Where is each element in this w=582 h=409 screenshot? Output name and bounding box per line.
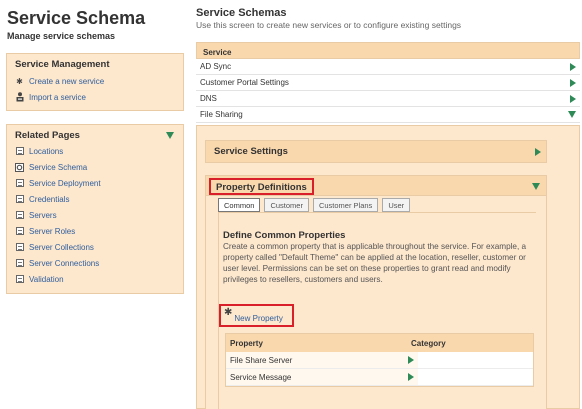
related-page-label: Service Schema [29,162,88,172]
expand-arrow-icon[interactable] [570,78,576,87]
star-icon: ✱ [224,307,233,318]
expand-arrow-icon[interactable] [570,94,576,103]
create-service-link[interactable]: ✱ Create a new service [15,73,183,89]
service-row-ad-sync[interactable]: AD Sync [196,59,580,75]
service-column-header: Service [196,42,580,59]
expand-arrow-icon[interactable] [570,62,576,71]
service-table: Service AD Sync Customer Portal Settings… [196,42,580,123]
tab-customer[interactable]: Customer [264,198,309,212]
properties-table-header: Property Category [226,334,533,352]
collapse-arrow-icon[interactable] [568,111,576,118]
new-property-label: New Property [234,313,283,323]
related-page-service-deployment[interactable]: Service Deployment [15,175,183,191]
related-page-server-collections[interactable]: Server Collections [15,239,183,255]
page-icon [15,259,24,267]
expand-arrow-icon[interactable] [408,373,414,381]
related-pages-header[interactable]: Related Pages [15,130,183,141]
page-icon [15,147,24,155]
related-page-service-schema[interactable]: Service Schema [15,159,183,175]
related-page-servers[interactable]: Servers [15,207,183,223]
property-definitions-header[interactable]: Property Definitions [206,176,546,196]
page-icon [15,179,24,187]
related-page-locations[interactable]: Locations [15,143,183,159]
related-page-label: Validation [29,274,64,284]
gear-icon [15,162,24,172]
collapse-triangle-icon[interactable] [166,132,174,139]
property-category [418,352,533,368]
property-name: Service Message [230,372,292,382]
property-column-header: Property [230,338,263,348]
service-label: File Sharing [200,110,243,119]
service-detail-panel: Service Settings Property Definitions Co… [196,125,580,409]
expand-arrow-icon[interactable] [535,147,541,156]
service-label: AD Sync [200,62,232,71]
tab-common[interactable]: Common [218,198,261,212]
service-row-customer-portal-settings[interactable]: Customer Portal Settings [196,75,580,91]
main-content: Service Schemas Use this screen to creat… [196,0,580,409]
related-pages-panel: Related Pages Locations Service Schema S… [6,124,184,294]
page-title: Service Schema [7,8,146,28]
page-icon [15,275,24,283]
star-icon: ✱ [16,76,23,86]
section-subtitle: Use this screen to create new services o… [196,20,462,30]
related-page-label: Server Connections [29,258,100,268]
create-service-label: Create a new service [29,76,105,86]
section-title: Service Schemas [196,7,287,19]
service-management-title: Service Management [15,59,110,70]
service-label: DNS [200,94,217,103]
property-definitions-section: Property Definitions Common Customer Cus… [205,175,547,409]
import-service-label: Import a service [29,92,86,102]
import-service-link[interactable]: Import a service [15,89,183,105]
service-label: Customer Portal Settings [200,78,289,87]
related-page-label: Server Collections [29,242,94,252]
category-column-header: Category [411,338,446,348]
related-page-validation[interactable]: Validation [15,271,183,287]
related-page-server-roles[interactable]: Server Roles [15,223,183,239]
service-settings-label: Service Settings [214,146,288,157]
properties-table: Property Category File Share Server Serv… [225,333,534,387]
tab-customer-plans[interactable]: Customer Plans [312,198,379,212]
table-row[interactable]: File Share Server [226,352,533,369]
expand-arrow-icon[interactable] [408,356,414,364]
service-row-dns[interactable]: DNS [196,91,580,107]
property-name: File Share Server [230,355,293,365]
page-icon [15,243,24,251]
tab-content: Define Common Properties Create a common… [218,212,536,409]
service-management-panel: Service Management ✱ Create a new servic… [6,53,184,111]
page-icon [15,227,24,235]
related-page-label: Credentials [29,194,70,204]
property-definitions-title: Property Definitions [209,178,314,195]
related-pages-title: Related Pages [15,130,80,141]
import-icon [15,92,24,102]
related-page-label: Locations [29,146,64,156]
property-tabs: Common Customer Customer Plans User [218,198,411,212]
service-row-file-sharing[interactable]: File Sharing [196,107,580,123]
page-icon [15,211,24,219]
related-page-label: Service Deployment [29,178,101,188]
new-property-button[interactable]: ✱ New Property [219,304,294,327]
left-column: Service Schema Manage service schemas Se… [0,0,190,409]
table-row[interactable]: Service Message [226,369,533,386]
related-page-label: Servers [29,210,57,220]
property-category [418,369,533,385]
page-icon [15,195,24,203]
tab-user[interactable]: User [382,198,411,212]
collapse-arrow-icon[interactable] [532,183,540,190]
service-settings-section[interactable]: Service Settings [205,140,547,163]
related-page-label: Server Roles [29,226,76,236]
related-page-server-connections[interactable]: Server Connections [15,255,183,271]
define-properties-description: Create a common property that is applica… [223,242,527,284]
page-subtitle: Manage service schemas [7,31,116,41]
related-page-credentials[interactable]: Credentials [15,191,183,207]
define-properties-title: Define Common Properties [223,230,346,241]
